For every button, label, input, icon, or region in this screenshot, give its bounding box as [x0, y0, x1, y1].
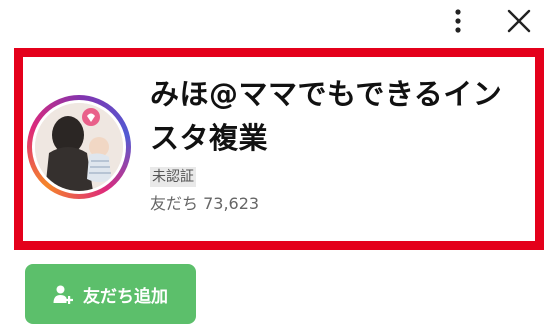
add-friend-button[interactable]: 友だち追加	[25, 264, 196, 324]
friends-count: 友だち 73,623	[150, 194, 259, 214]
friends-count-value: 73,623	[203, 194, 260, 213]
close-icon[interactable]	[502, 4, 536, 38]
add-person-icon	[53, 284, 73, 304]
more-options-icon[interactable]	[441, 4, 475, 38]
avatar-ring-inner	[32, 100, 126, 194]
profile-name: みほ@ママでもできるインスタ複業	[150, 77, 503, 155]
avatar-photo	[35, 103, 123, 191]
avatar[interactable]	[27, 95, 131, 199]
add-friend-label: 友だち追加	[83, 286, 168, 307]
status-badge: 未認証	[150, 167, 196, 187]
friends-label: 友だち	[150, 194, 199, 213]
